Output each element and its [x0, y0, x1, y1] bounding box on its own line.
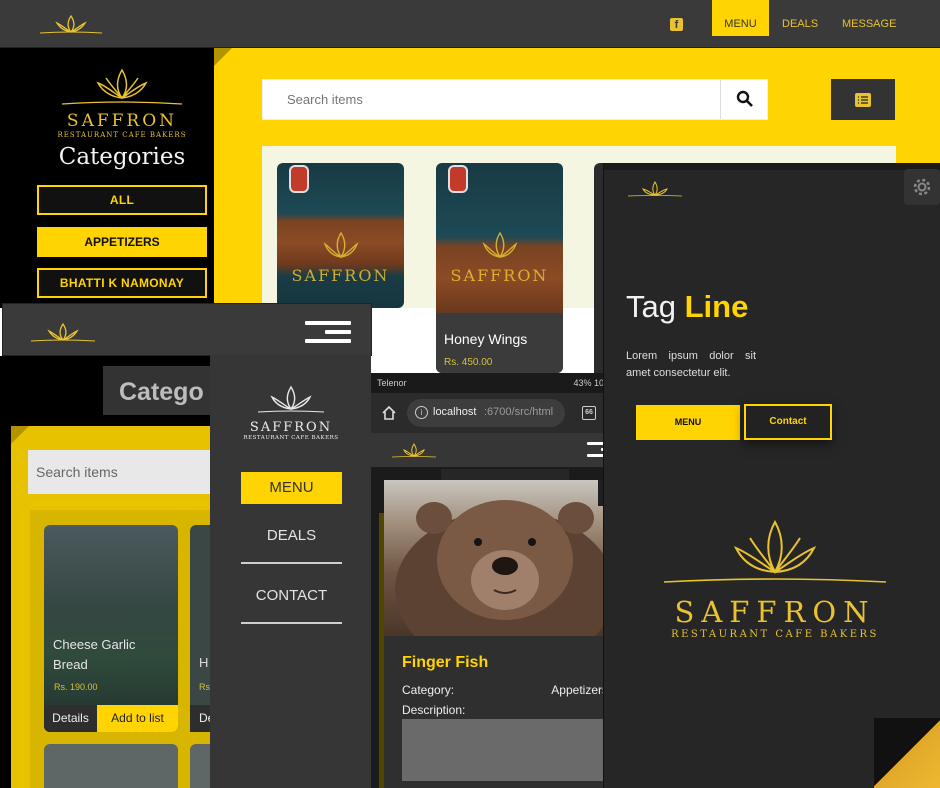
brand-tagline: RESTAURANT CAFE BAKERS — [57, 131, 187, 139]
landing-brand-name: SAFFRON — [674, 595, 876, 629]
corner-fold — [11, 426, 29, 444]
category-label: Category: — [402, 683, 455, 697]
mobile-title: Catego — [103, 366, 223, 415]
description-label: Description: — [402, 703, 466, 717]
url-field[interactable]: i localhost :6700/src/html — [407, 399, 565, 427]
phone-screen: Telenor 43% 10:10 AM i localhost :6700/s… — [371, 373, 638, 788]
list-icon — [855, 92, 871, 107]
product-card[interactable] — [44, 744, 178, 788]
mobile-search-placeholder: Search items — [36, 464, 118, 480]
browser-bar: i localhost :6700/src/html 66 — [371, 393, 638, 433]
home-icon[interactable] — [381, 405, 397, 426]
product-card[interactable]: SAFFRON — [277, 163, 404, 308]
description-box — [402, 719, 608, 781]
nav-drawer: SAFFRON RESTAURANT CAFE BAKERS MENU DEAL… — [210, 355, 371, 788]
category-all[interactable]: ALL — [37, 185, 207, 215]
tagline-bold: Line — [684, 289, 749, 324]
landing-big-logo: SAFFRON RESTAURANT CAFE BAKERS — [658, 518, 892, 640]
search-input[interactable] — [275, 80, 715, 119]
card-name-partial: H — [199, 655, 209, 670]
sidebar-logo: SAFFRON RESTAURANT CAFE BAKERS — [56, 66, 188, 139]
landing-page: Tag Line Lorem ipsum dolor sit amet cons… — [603, 163, 940, 788]
category-bhatti[interactable]: BHATTI K NAMONAY — [37, 268, 207, 298]
details-button[interactable]: Details — [44, 705, 97, 732]
mobile-header — [2, 303, 372, 356]
lotus-logo-icon — [663, 519, 887, 583]
bottle-icon — [289, 165, 309, 193]
nav-deals[interactable]: DEALS — [782, 18, 818, 30]
desktop-topbar: f MENU DEALS MESSAGE — [0, 0, 940, 48]
desktop-sidebar: SAFFRON RESTAURANT CAFE BAKERS Categorie… — [0, 48, 232, 308]
search-icon[interactable] — [736, 90, 754, 113]
landing-corner — [874, 718, 940, 788]
landing-contact-button[interactable]: Contact — [744, 404, 832, 440]
card-price: Rs. 450.00 — [444, 357, 493, 368]
tagline-heading: Tag Line — [626, 289, 748, 325]
card-price-partial: Rs — [199, 682, 210, 692]
search-box[interactable] — [262, 79, 768, 120]
modal-image — [384, 480, 626, 636]
category-value: Appetizers — [551, 683, 608, 697]
tab-count-icon[interactable]: 66 — [582, 406, 596, 420]
bottle-icon — [448, 165, 468, 193]
tagline-lorem: Lorem ipsum dolor sit amet consectetur e… — [626, 350, 756, 379]
add-to-list-button[interactable]: Add to list — [97, 705, 178, 732]
landing-header-strip — [604, 163, 940, 170]
url-host: localhost — [433, 406, 477, 418]
landing-logo — [627, 181, 683, 204]
card-price: Rs. 190.00 — [54, 682, 98, 692]
card-name: Honey Wings — [444, 331, 528, 347]
hamburger-icon[interactable] — [305, 321, 351, 343]
nav-menu[interactable]: MENU — [712, 0, 769, 36]
mobile-search[interactable]: Search items — [28, 450, 218, 494]
status-bar: Telenor 43% 10:10 AM — [371, 373, 638, 393]
modal-title: Finger Fish — [402, 654, 489, 671]
info-icon: i — [415, 406, 428, 419]
product-card[interactable]: Cheese Garlic Bread Rs. 190.00 Details A… — [44, 525, 178, 732]
nav-message[interactable]: MESSAGE — [842, 18, 896, 30]
settings-gear-icon[interactable] — [904, 169, 940, 205]
drawer-logo: SAFFRON RESTAURANT CAFE BAKERS — [240, 385, 342, 441]
drawer-item-contact[interactable]: CONTACT — [241, 587, 342, 624]
landing-menu-button[interactable]: MENU — [636, 405, 740, 440]
tagline-plain: Tag — [626, 289, 685, 324]
list-view-button[interactable] — [831, 79, 895, 120]
drawer-brand-tagline: RESTAURANT CAFE BAKERS — [243, 435, 339, 441]
mobile-logo — [29, 322, 97, 349]
phone-logo — [391, 443, 437, 464]
bear-image — [395, 500, 615, 636]
lotus-logo-icon — [61, 68, 183, 105]
drawer-brand-name: SAFFRON — [249, 420, 333, 435]
categories-title: Categories — [58, 144, 186, 170]
category-appetizers[interactable]: APPETIZERS — [37, 227, 207, 257]
drawer-item-menu[interactable]: MENU — [241, 472, 342, 504]
item-modal: × Finger Fish Category: Appetizers Descr… — [384, 480, 626, 788]
card-name: Cheese Garlic Bread — [53, 637, 136, 672]
brand-name: SAFFRON — [66, 111, 178, 131]
drawer-item-deals[interactable]: DEALS — [241, 527, 342, 564]
search-divider — [720, 80, 721, 119]
facebook-icon[interactable]: f — [670, 18, 683, 31]
url-path: :6700/src/html — [484, 406, 554, 418]
carrier-label: Telenor — [377, 378, 407, 388]
card-logo: SAFFRON — [277, 231, 404, 285]
landing-brand-tagline: RESTAURANT CAFE BAKERS — [671, 629, 879, 640]
card-logo: SAFFRON — [436, 231, 563, 285]
phone-header — [371, 433, 638, 467]
topbar-logo[interactable] — [38, 14, 104, 36]
corner-fold — [214, 48, 232, 66]
